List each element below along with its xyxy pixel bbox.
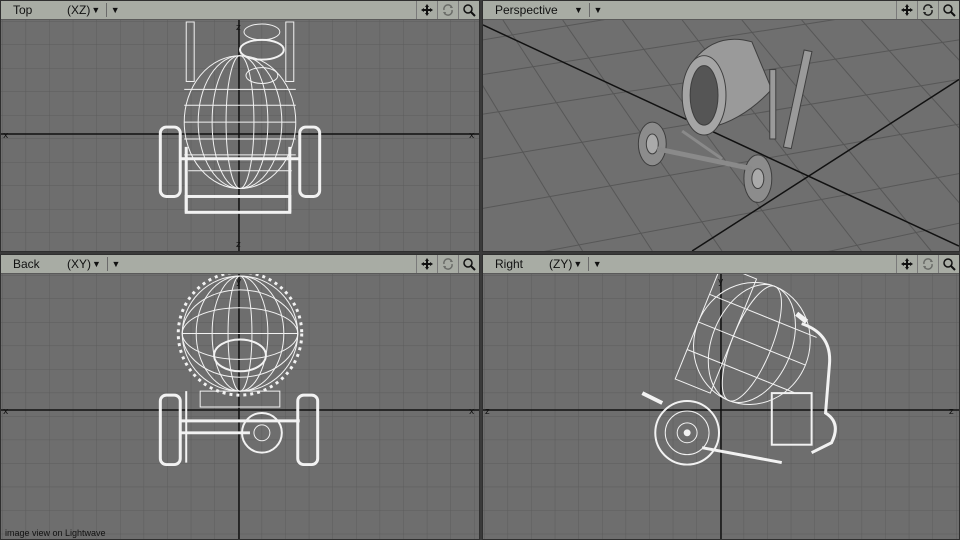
zoom-view-icon	[943, 4, 956, 17]
chevron-down-icon: ▼	[592, 259, 602, 269]
move-view-button[interactable]	[896, 255, 917, 273]
viewport-canvas[interactable]: z z y	[483, 274, 959, 539]
zoom-view-button[interactable]	[938, 255, 959, 273]
zoom-view-icon	[463, 4, 476, 17]
dropdown-arrow-icon: ▼	[91, 5, 101, 15]
view-type-dropdown[interactable]: (XZ) ▼	[67, 3, 100, 17]
view-name-label: Back	[13, 257, 40, 271]
view-name-label: Top	[13, 3, 33, 17]
dropdown-arrow-icon: ▼	[573, 259, 583, 269]
ortho-grid-canvas: z z y	[483, 274, 959, 539]
viewport-back[interactable]: Back (XY) ▼ ▼ x x y image view on Lightw…	[0, 254, 480, 540]
svg-text:x: x	[469, 407, 474, 417]
dropdown-arrow-icon: ▼	[574, 5, 583, 15]
chevron-down-icon: ▼	[110, 5, 120, 15]
svg-text:z: z	[236, 240, 241, 250]
move-view-icon	[901, 4, 913, 16]
ortho-grid-canvas: x x z z	[1, 20, 479, 251]
view-options-dropdown[interactable]: ▼	[106, 257, 124, 271]
rotate-view-icon	[923, 258, 933, 270]
viewport-toolbar: Perspective ▼ ▼	[483, 1, 959, 20]
move-view-icon	[901, 258, 913, 270]
rotate-view-icon	[923, 4, 933, 16]
zoom-view-icon	[463, 258, 476, 271]
rotate-view-button[interactable]	[437, 1, 458, 19]
move-view-button[interactable]	[896, 1, 917, 19]
zoom-view-button[interactable]	[458, 255, 479, 273]
viewport-toolbar: Top (XZ) ▼ ▼	[1, 1, 479, 20]
chevron-down-icon: ▼	[111, 259, 121, 269]
zoom-view-icon	[943, 258, 956, 271]
svg-text:x: x	[469, 131, 474, 141]
viewport-toolbar: Back (XY) ▼ ▼	[1, 255, 479, 274]
dropdown-arrow-icon: ▼	[92, 259, 101, 269]
view-type-dropdown[interactable]: (ZY) ▼	[549, 257, 582, 271]
svg-text:x: x	[3, 407, 8, 417]
rotate-view-icon	[443, 4, 453, 16]
chevron-down-icon: ▼	[593, 5, 603, 15]
zoom-view-button[interactable]	[938, 1, 959, 19]
view-name-label: Right	[495, 257, 524, 271]
rotate-view-button[interactable]	[917, 1, 938, 19]
viewport-perspective[interactable]: Perspective ▼ ▼	[482, 0, 960, 252]
view-options-dropdown[interactable]: ▼	[588, 257, 605, 271]
move-view-button[interactable]	[416, 1, 437, 19]
viewport-canvas[interactable]: x x y	[1, 274, 479, 539]
ortho-grid-canvas: x x y	[1, 274, 479, 539]
axis-label: (XZ)	[67, 3, 91, 17]
axis-label: (ZY)	[549, 257, 573, 271]
rotate-view-icon	[443, 258, 453, 270]
viewport-canvas[interactable]	[483, 20, 959, 251]
image-caption: image view on Lightwave	[5, 528, 106, 538]
viewport-canvas[interactable]: x x z z	[1, 20, 479, 251]
svg-text:x: x	[3, 131, 8, 141]
view-options-dropdown[interactable]: ▼	[106, 3, 123, 17]
move-view-icon	[421, 258, 433, 270]
viewport-top[interactable]: Top (XZ) ▼ ▼ x x z z	[0, 0, 480, 252]
svg-text:y: y	[718, 277, 724, 287]
view-type-dropdown[interactable]: ▼	[573, 5, 583, 15]
svg-text:z: z	[236, 23, 241, 33]
viewport-toolbar: Right (ZY) ▼ ▼	[483, 255, 959, 274]
svg-text:z: z	[485, 407, 490, 417]
move-view-button[interactable]	[416, 255, 437, 273]
rotate-view-button[interactable]	[917, 255, 938, 273]
view-options-dropdown[interactable]: ▼	[588, 3, 606, 17]
view-type-dropdown[interactable]: (XY) ▼	[67, 257, 101, 271]
zoom-view-button[interactable]	[458, 1, 479, 19]
perspective-canvas	[483, 20, 959, 251]
svg-text:z: z	[949, 407, 954, 417]
axis-label: (XY)	[67, 257, 91, 271]
move-view-icon	[421, 4, 433, 16]
viewport-right[interactable]: Right (ZY) ▼ ▼ z z y	[482, 254, 960, 540]
rotate-view-button[interactable]	[437, 255, 458, 273]
view-name-label: Perspective	[495, 3, 558, 17]
